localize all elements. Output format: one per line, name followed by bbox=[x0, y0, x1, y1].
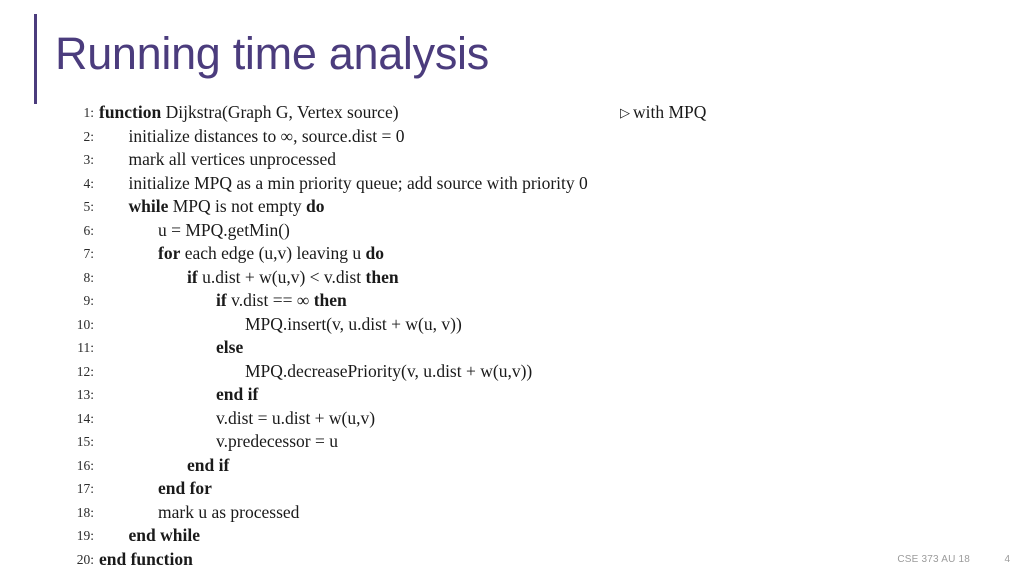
algorithm-line-text: function Dijkstra(Graph G, Vertex source… bbox=[99, 102, 399, 122]
algorithm-line: 8: if u.dist + w(u,v) < v.dist then bbox=[0, 266, 1024, 290]
algorithm-line-text: v.predecessor = u bbox=[216, 431, 338, 451]
algorithm-line-number: 17: bbox=[76, 481, 94, 496]
algorithm-line-number: 10: bbox=[76, 316, 94, 332]
algorithm-line: 17: end for bbox=[0, 477, 1024, 501]
algorithm-line-number: 14: bbox=[76, 410, 94, 426]
algorithm-line-text: initialize distances to ∞, source.dist =… bbox=[128, 125, 405, 146]
algorithm-line: 16: end if bbox=[0, 454, 1024, 478]
algorithm-line-text: else bbox=[216, 337, 244, 357]
algorithm-line-text: end for bbox=[158, 478, 212, 498]
algorithm-line-number: 2: bbox=[83, 128, 94, 144]
algorithm-line-number: 7: bbox=[83, 246, 94, 261]
algorithm-line-text: v.dist = u.dist + w(u,v) bbox=[216, 407, 376, 428]
algorithm-line-number: 15: bbox=[76, 434, 94, 449]
algorithm-line-number: 12: bbox=[76, 363, 94, 379]
footer-page-number: 4 bbox=[1004, 554, 1010, 565]
algorithm-line-text: initialize MPQ as a min priority queue; … bbox=[128, 172, 588, 193]
algorithm-line-number: 6: bbox=[83, 222, 94, 238]
algorithm-line-number: 9: bbox=[83, 293, 94, 308]
algorithm-line: 5: while MPQ is not empty do bbox=[0, 195, 1024, 219]
algorithm-line-text: end while bbox=[128, 525, 200, 545]
algorithm-line: 13: end if bbox=[0, 383, 1024, 407]
algorithm-line-text: while MPQ is not empty do bbox=[128, 196, 325, 216]
algorithm-line-number: 3: bbox=[83, 152, 94, 167]
algorithm-line-number: 4: bbox=[83, 175, 94, 191]
algorithm-line-text: end if bbox=[187, 454, 230, 475]
algorithm-line-text: if u.dist + w(u,v) < v.dist then bbox=[187, 266, 399, 287]
title-accent-bar bbox=[34, 14, 37, 104]
algorithm-line: 2: initialize distances to ∞, source.dist… bbox=[0, 125, 1024, 149]
algorithm-line-text: end if bbox=[216, 384, 259, 404]
algorithm-line: 4: initialize MPQ as a min priority queue… bbox=[0, 172, 1024, 196]
algorithm-line-text: for each edge (u,v) leaving u do bbox=[158, 243, 384, 263]
algorithm-line: 12: MPQ.decreasePriority(v, u.dist + w(u,… bbox=[0, 360, 1024, 384]
algorithm-line-text: MPQ.decreasePriority(v, u.dist + w(u,v)) bbox=[245, 360, 533, 381]
algorithm-line: 15: v.predecessor = u bbox=[0, 430, 1024, 454]
algorithm-line-number: 19: bbox=[76, 528, 94, 543]
slide-canvas: Running time analysis 1: function Dijkstr… bbox=[0, 0, 1024, 576]
algorithm-line-text: MPQ.insert(v, u.dist + w(u, v)) bbox=[245, 313, 462, 334]
algorithm-line-text: if v.dist == ∞ then bbox=[216, 290, 347, 310]
algorithm-line: 18: mark u as processed bbox=[0, 501, 1024, 525]
algorithm-line-number: 13: bbox=[76, 387, 94, 402]
algorithm-listing: 1: function Dijkstra(Graph G, Vertex sour… bbox=[0, 101, 1024, 571]
algorithm-line: 3: mark all vertices unprocessed bbox=[0, 148, 1024, 172]
algorithm-line-comment: ▷ with MPQ bbox=[620, 101, 706, 125]
algorithm-line: 6: u = MPQ.getMin() bbox=[0, 219, 1024, 243]
footer-course-label: CSE 373 AU 18 bbox=[897, 554, 970, 565]
algorithm-line-number: 1: bbox=[83, 105, 94, 120]
algorithm-line: 1: function Dijkstra(Graph G, Vertex sour… bbox=[0, 101, 1024, 125]
algorithm-line-number: 5: bbox=[83, 199, 94, 214]
algorithm-line: 19: end while bbox=[0, 524, 1024, 548]
algorithm-line-text: u = MPQ.getMin() bbox=[158, 219, 290, 240]
algorithm-line: 7: for each edge (u,v) leaving u do bbox=[0, 242, 1024, 266]
algorithm-line-number: 16: bbox=[76, 457, 94, 473]
comment-text: with MPQ bbox=[633, 102, 707, 122]
algorithm-line: 9: if v.dist == ∞ then bbox=[0, 289, 1024, 313]
algorithm-line: 11: else bbox=[0, 336, 1024, 360]
algorithm-line-text: mark u as processed bbox=[158, 501, 300, 522]
algorithm-line-number: 11: bbox=[77, 340, 94, 355]
algorithm-line: 14: v.dist = u.dist + w(u,v) bbox=[0, 407, 1024, 431]
slide-footer: CSE 373 AU 18 4 bbox=[0, 552, 1024, 568]
algorithm-line-number: 18: bbox=[76, 504, 94, 520]
algorithm-line-text: mark all vertices unprocessed bbox=[128, 149, 337, 169]
algorithm-line: 10: MPQ.insert(v, u.dist + w(u, v)) bbox=[0, 313, 1024, 337]
page-title: Running time analysis bbox=[55, 28, 489, 79]
comment-triangle-icon: ▷ bbox=[620, 105, 630, 120]
algorithm-line-number: 8: bbox=[83, 269, 94, 285]
